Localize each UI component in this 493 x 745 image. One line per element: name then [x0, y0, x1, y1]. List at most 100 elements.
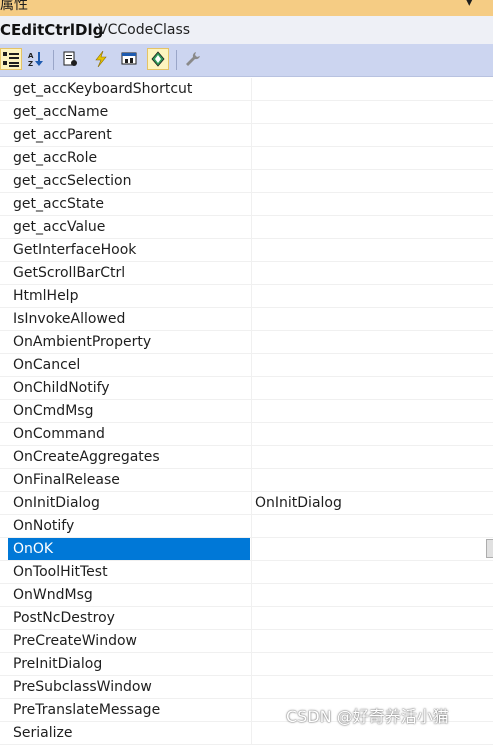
property-row[interactable]: get_accName — [0, 101, 493, 124]
property-name[interactable]: OnNotify — [8, 515, 250, 537]
property-value[interactable] — [251, 193, 493, 215]
property-value[interactable] — [251, 423, 493, 445]
property-row[interactable]: PreCreateWindow — [0, 630, 493, 653]
property-row[interactable]: OnToolHitTest — [0, 561, 493, 584]
property-row[interactable]: get_accValue — [0, 216, 493, 239]
property-value[interactable] — [251, 331, 493, 353]
property-row[interactable]: OnWndMsg — [0, 584, 493, 607]
property-value[interactable] — [251, 377, 493, 399]
property-row[interactable]: OnAmbientProperty — [0, 331, 493, 354]
property-value[interactable] — [251, 308, 493, 330]
property-name[interactable]: GetInterfaceHook — [8, 239, 250, 261]
alphabetical-icon: A Z — [28, 52, 43, 67]
property-row[interactable]: OnInitDialog OnInitDialog — [0, 492, 493, 515]
property-value[interactable] — [251, 124, 493, 146]
property-name[interactable]: OnCreateAggregates — [8, 446, 250, 468]
property-row[interactable]: GetScrollBarCtrl — [0, 262, 493, 285]
property-name[interactable]: OnWndMsg — [8, 584, 250, 606]
property-value[interactable] — [251, 354, 493, 376]
events-button[interactable] — [90, 48, 112, 70]
properties-toolbar: A Z — [0, 44, 493, 77]
messages-icon — [121, 52, 137, 65]
property-value[interactable] — [251, 538, 493, 560]
alphabetical-button[interactable]: A Z — [25, 48, 47, 70]
property-row[interactable]: OnCommand — [0, 423, 493, 446]
property-name[interactable]: OnChildNotify — [8, 377, 250, 399]
property-name[interactable]: get_accKeyboardShortcut — [8, 78, 250, 100]
property-name[interactable]: PreTranslateMessage — [8, 699, 250, 721]
property-name[interactable]: OnFinalRelease — [8, 469, 250, 491]
property-value[interactable] — [251, 561, 493, 583]
property-value[interactable] — [251, 400, 493, 422]
property-row[interactable]: get_accSelection — [0, 170, 493, 193]
property-row[interactable]: OnCreateAggregates — [0, 446, 493, 469]
property-value[interactable] — [251, 147, 493, 169]
property-value[interactable] — [251, 607, 493, 629]
dropdown-arrow-icon[interactable]: ▾ — [466, 0, 476, 10]
property-value[interactable] — [251, 630, 493, 652]
property-name[interactable]: get_accState — [8, 193, 250, 215]
overrides-button[interactable] — [147, 48, 169, 70]
property-value[interactable] — [251, 216, 493, 238]
property-name[interactable]: get_accName — [8, 101, 250, 123]
property-name[interactable]: OnCancel — [8, 354, 250, 376]
property-name[interactable]: PreSubclassWindow — [8, 676, 250, 698]
property-value[interactable] — [251, 584, 493, 606]
property-pages-button[interactable] — [59, 48, 81, 70]
toolbar-separator — [53, 50, 54, 70]
property-value[interactable] — [251, 285, 493, 307]
property-value[interactable] — [251, 676, 493, 698]
property-row[interactable]: PreSubclassWindow — [0, 676, 493, 699]
property-row[interactable]: OnChildNotify — [0, 377, 493, 400]
property-name[interactable]: IsInvokeAllowed — [8, 308, 250, 330]
svg-text:A: A — [28, 52, 34, 60]
property-row[interactable]: get_accRole — [0, 147, 493, 170]
property-value[interactable] — [251, 469, 493, 491]
property-value[interactable] — [251, 262, 493, 284]
property-row[interactable]: OnOK — [0, 538, 493, 561]
property-wrench-button[interactable] — [182, 48, 204, 70]
property-row[interactable]: HtmlHelp — [0, 285, 493, 308]
property-name[interactable]: get_accValue — [8, 216, 250, 238]
property-name[interactable]: get_accSelection — [8, 170, 250, 192]
property-row[interactable]: get_accKeyboardShortcut — [0, 78, 493, 101]
property-name[interactable]: OnToolHitTest — [8, 561, 250, 583]
property-name[interactable]: OnCommand — [8, 423, 250, 445]
property-value[interactable] — [251, 78, 493, 100]
property-name[interactable]: GetScrollBarCtrl — [8, 262, 250, 284]
property-name[interactable]: Serialize — [8, 722, 250, 744]
property-row[interactable]: get_accParent — [0, 124, 493, 147]
property-name[interactable]: OnCmdMsg — [8, 400, 250, 422]
property-name[interactable]: OnOK — [8, 538, 250, 560]
property-name[interactable]: get_accRole — [8, 147, 250, 169]
property-row[interactable]: get_accState — [0, 193, 493, 216]
property-name[interactable]: PreCreateWindow — [8, 630, 250, 652]
object-selector[interactable]: CEditCtrlDlg VCCodeClass — [0, 16, 493, 44]
property-row[interactable]: OnFinalRelease — [0, 469, 493, 492]
property-name[interactable]: OnAmbientProperty — [8, 331, 250, 353]
property-row[interactable]: OnCmdMsg — [0, 400, 493, 423]
svg-text:Z: Z — [28, 60, 33, 67]
property-row[interactable]: IsInvokeAllowed — [0, 308, 493, 331]
property-value[interactable] — [251, 239, 493, 261]
property-name[interactable]: PreInitDialog — [8, 653, 250, 675]
property-row[interactable]: PreInitDialog — [0, 653, 493, 676]
property-row[interactable]: OnCancel — [0, 354, 493, 377]
messages-button[interactable] — [118, 48, 140, 70]
property-name[interactable]: HtmlHelp — [8, 285, 250, 307]
property-value[interactable] — [251, 653, 493, 675]
property-row[interactable]: OnNotify — [0, 515, 493, 538]
value-dropdown-button[interactable] — [486, 539, 493, 558]
property-row[interactable]: PostNcDestroy — [0, 607, 493, 630]
property-row[interactable]: GetInterfaceHook — [0, 239, 493, 262]
object-name: CEditCtrlDlg — [0, 21, 104, 39]
property-value[interactable] — [251, 170, 493, 192]
property-name[interactable]: get_accParent — [8, 124, 250, 146]
categorized-button[interactable] — [0, 48, 22, 70]
property-value[interactable] — [251, 515, 493, 537]
property-name[interactable]: PostNcDestroy — [8, 607, 250, 629]
property-value[interactable] — [251, 446, 493, 468]
property-value[interactable] — [251, 101, 493, 123]
property-name[interactable]: OnInitDialog — [8, 492, 250, 514]
property-value[interactable]: OnInitDialog — [251, 492, 493, 514]
